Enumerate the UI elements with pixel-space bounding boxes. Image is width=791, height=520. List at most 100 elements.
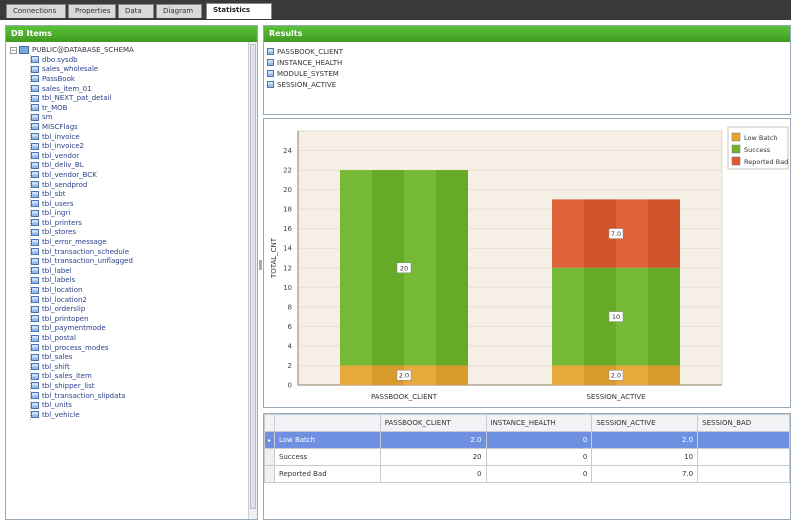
- tree-item[interactable]: tbl_ingri: [31, 209, 257, 219]
- tree-item[interactable]: tbl_process_modes: [31, 343, 257, 353]
- splitter-handle[interactable]: [259, 260, 262, 270]
- table-icon: [31, 181, 39, 189]
- tree-item[interactable]: tbl_vendor_BCK: [31, 170, 257, 180]
- y-tick-label: 6: [288, 323, 293, 331]
- grid-column-header[interactable]: INSTANCE_HEALTH: [485, 414, 593, 432]
- legend-label: Low Batch: [744, 134, 778, 142]
- table-row[interactable]: Reported Bad 0 0 7.0: [264, 465, 790, 483]
- tree-item-label: tbl_sales: [42, 353, 73, 362]
- grid-cell[interactable]: 0: [379, 465, 487, 483]
- tree-item[interactable]: tbl_stores: [31, 228, 257, 238]
- tree-item[interactable]: tbl_sales_item: [31, 372, 257, 382]
- tree-item[interactable]: tbl_sendprod: [31, 180, 257, 190]
- tab-strip: Connections Properties Data Diagram Stat…: [0, 0, 791, 20]
- results-list: PASSBOOK_CLIENT INSTANCE_HEALTH MODULE_SYS…: [264, 42, 790, 90]
- tree-item[interactable]: MISCFlags: [31, 122, 257, 132]
- grid-cell[interactable]: Low Batch: [273, 431, 381, 449]
- collapse-icon[interactable]: −: [10, 46, 17, 54]
- grid-column-header[interactable]: SESSION_BAD: [697, 414, 790, 432]
- result-item[interactable]: MODULE_SYSTEM: [267, 68, 790, 79]
- tree-item[interactable]: tbl_orderslip: [31, 304, 257, 314]
- row-selector[interactable]: [264, 465, 275, 483]
- scrollbar-thumb[interactable]: [250, 44, 256, 509]
- tree-item[interactable]: tbl_users: [31, 199, 257, 209]
- tree-item[interactable]: tbl_shipper_list: [31, 381, 257, 391]
- tree-item[interactable]: tbl_NEXT_pat_detail: [31, 93, 257, 103]
- tree-item[interactable]: tbl_label: [31, 266, 257, 276]
- tree-item[interactable]: tbl_shift: [31, 362, 257, 372]
- table-icon: [31, 228, 39, 236]
- tree-item[interactable]: tbl_deliv_BL: [31, 161, 257, 171]
- grid-column-header[interactable]: [273, 414, 381, 432]
- tree-item[interactable]: dbo.sysdb: [31, 55, 257, 65]
- grid-cell[interactable]: 20: [379, 448, 487, 466]
- tree-item[interactable]: tbl_postal: [31, 333, 257, 343]
- grid-cell[interactable]: 2.0: [379, 431, 487, 449]
- tree-item[interactable]: sales_wholesale: [31, 65, 257, 75]
- results-header: Results: [264, 26, 790, 42]
- tree-item[interactable]: tbl_invoice2: [31, 141, 257, 151]
- tree-item[interactable]: PassBook: [31, 74, 257, 84]
- table-icon: [31, 372, 39, 380]
- tree-item[interactable]: tbl_error_message: [31, 237, 257, 247]
- tree-scrollbar[interactable]: [248, 42, 257, 519]
- table-row[interactable]: ▸ Low Batch 2.0 0 2.0: [264, 431, 790, 449]
- tree-item[interactable]: tbl_location2: [31, 295, 257, 305]
- table-icon: [267, 59, 274, 66]
- tree-item[interactable]: sm: [31, 113, 257, 123]
- grid-cell[interactable]: Reported Bad: [273, 465, 381, 483]
- grid-cell[interactable]: [697, 431, 790, 449]
- tree-item-label: tr_MOB: [42, 103, 68, 112]
- result-item[interactable]: SESSION_ACTIVE: [267, 79, 790, 90]
- tree-item[interactable]: tbl_location: [31, 285, 257, 295]
- tree-root[interactable]: − PUBLIC@DATABASE_SCHEMA: [10, 45, 257, 55]
- tree-item[interactable]: tbl_invoice: [31, 132, 257, 142]
- tab-statistics[interactable]: Statistics: [206, 3, 272, 19]
- tree-item[interactable]: tbl_sbt: [31, 189, 257, 199]
- grid-cell[interactable]: 0: [485, 448, 593, 466]
- grid-cell[interactable]: 10: [591, 448, 699, 466]
- row-selector[interactable]: ▸: [264, 431, 275, 449]
- table-icon: [31, 248, 39, 256]
- tree-item[interactable]: tbl_vehicle: [31, 410, 257, 420]
- tree-item[interactable]: tbl_transaction_slipdata: [31, 391, 257, 401]
- grid-cell[interactable]: Success: [273, 448, 381, 466]
- tab-properties[interactable]: Properties: [68, 4, 116, 18]
- tree-item[interactable]: tbl_units: [31, 400, 257, 410]
- tree-item[interactable]: tbl_printers: [31, 218, 257, 228]
- tree-item[interactable]: sales_item_01: [31, 84, 257, 94]
- grid-column-header[interactable]: PASSBOOK_CLIENT: [379, 414, 487, 432]
- grid-column-header[interactable]: SESSION_ACTIVE: [591, 414, 699, 432]
- tree-item-label: tbl_labels: [42, 276, 76, 285]
- grid-cell[interactable]: 2.0: [591, 431, 699, 449]
- grid-cell[interactable]: 0: [485, 431, 593, 449]
- tree-item-label: tbl_users: [42, 199, 74, 208]
- table-row[interactable]: Success 20 0 10: [264, 448, 790, 466]
- legend-swatch: [731, 156, 741, 166]
- grid-cell[interactable]: [697, 448, 790, 466]
- tree-item[interactable]: tbl_labels: [31, 276, 257, 286]
- table-icon: [31, 104, 39, 112]
- bar-shade: [552, 365, 584, 385]
- tree-item[interactable]: tbl_paymentmode: [31, 324, 257, 334]
- tree-item[interactable]: tr_MOB: [31, 103, 257, 113]
- table-icon: [31, 152, 39, 160]
- tab-connections[interactable]: Connections: [6, 4, 66, 18]
- table-icon: [31, 286, 39, 294]
- tree-item[interactable]: tbl_printopen: [31, 314, 257, 324]
- tab-diagram[interactable]: Diagram: [156, 4, 202, 18]
- bar-segment: 10: [552, 267, 680, 366]
- result-item[interactable]: PASSBOOK_CLIENT: [267, 46, 790, 57]
- result-item[interactable]: INSTANCE_HEALTH: [267, 57, 790, 68]
- grid-cell[interactable]: 0: [485, 465, 593, 483]
- tree-item[interactable]: tbl_transaction_schedule: [31, 247, 257, 257]
- grid-cell[interactable]: [697, 465, 790, 483]
- tree-item[interactable]: tbl_vendor: [31, 151, 257, 161]
- row-selector[interactable]: [264, 448, 275, 466]
- tree-item[interactable]: tbl_sales: [31, 352, 257, 362]
- data-label: 20: [400, 264, 408, 272]
- tree-item-label: tbl_ingri: [42, 209, 71, 218]
- tree-item[interactable]: tbl_transaction_unflagged: [31, 256, 257, 266]
- grid-cell[interactable]: 7.0: [591, 465, 699, 483]
- tab-data[interactable]: Data: [118, 4, 154, 18]
